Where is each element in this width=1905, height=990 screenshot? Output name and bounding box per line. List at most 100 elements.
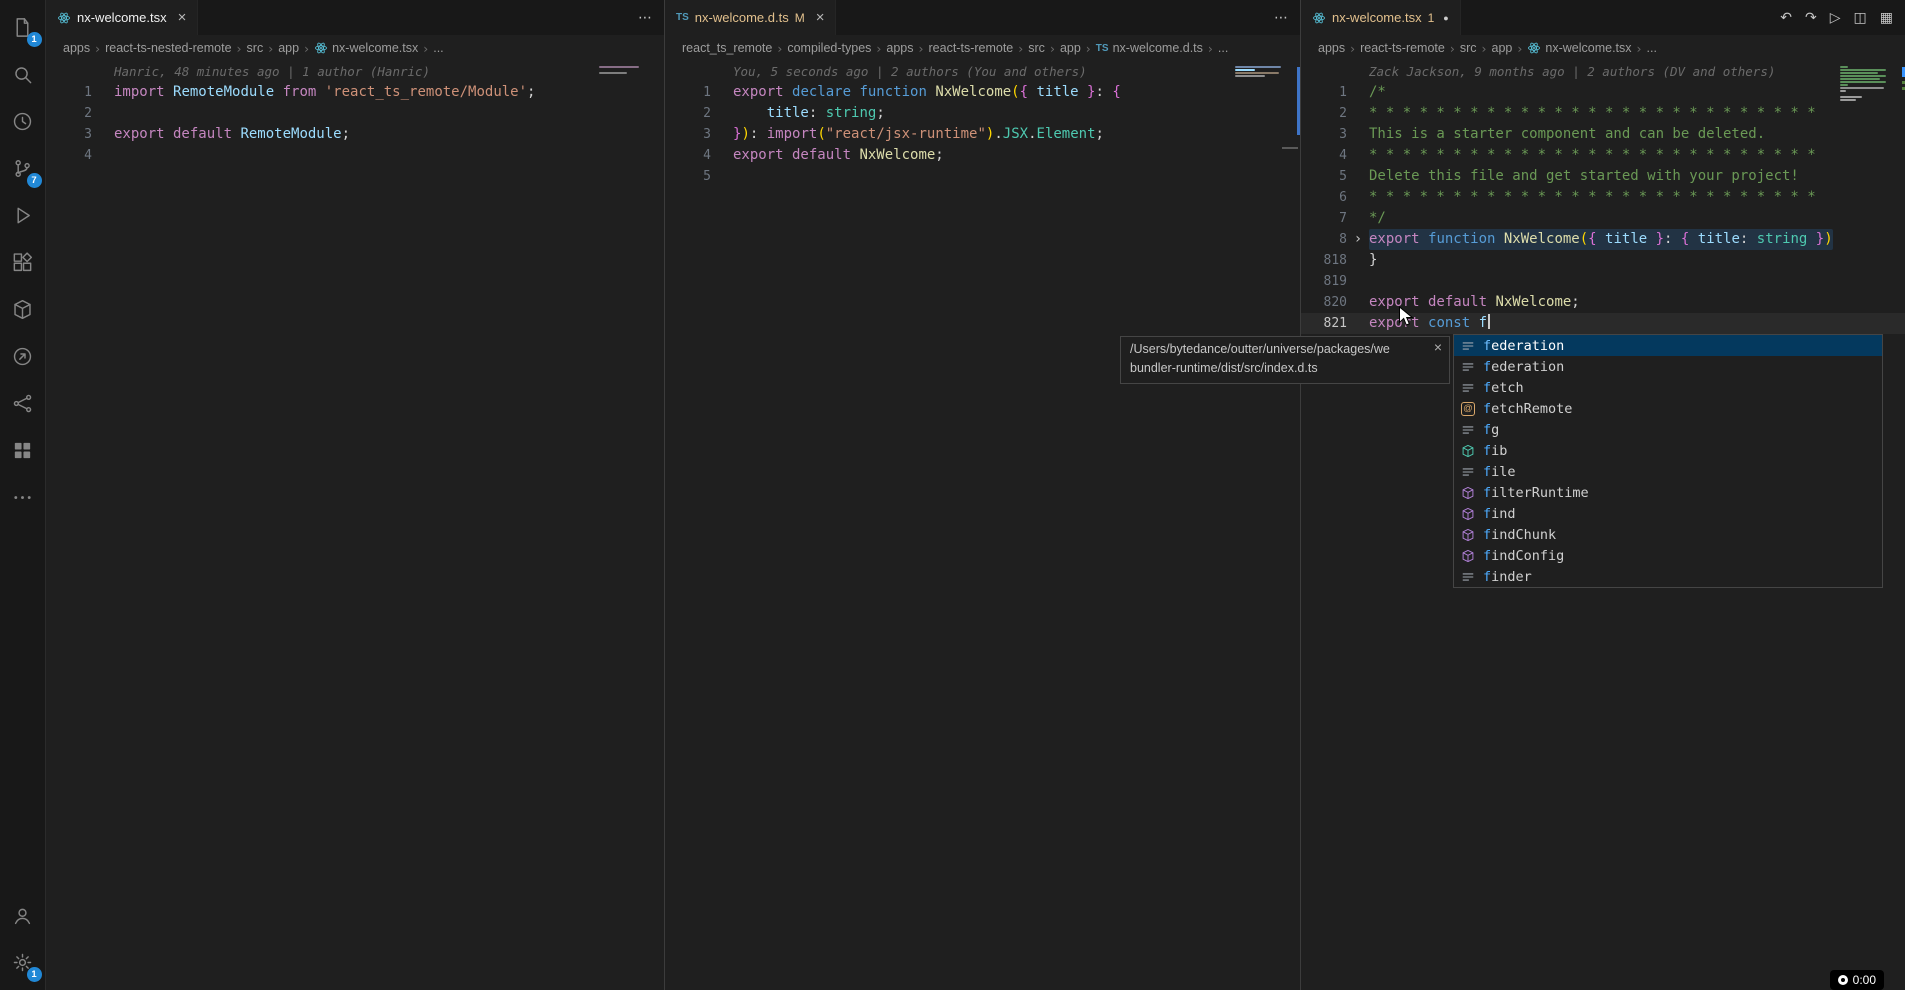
code-line-2[interactable]: 2 [46,103,664,124]
breadcrumb-item[interactable]: react-ts-remote [1360,41,1445,55]
suggestion-fib[interactable]: fib [1454,440,1882,461]
code-line-2[interactable]: 2 title: string; [665,103,1300,124]
go-forward-icon[interactable]: ↷ [1805,10,1817,26]
more-icon[interactable]: ⋯ [1274,10,1288,26]
suggestion-label: finder [1483,569,1532,585]
go-back-icon[interactable]: ↶ [1780,10,1792,26]
breadcrumb-item[interactable]: react_ts_remote [682,41,772,55]
suggestion-fg[interactable]: fg [1454,419,1882,440]
suggestion-federation[interactable]: federation [1454,335,1882,356]
code-line-3[interactable]: 3This is a starter component and can be … [1301,124,1905,145]
suggestion-findChunk[interactable]: findChunk [1454,524,1882,545]
breadcrumb-item[interactable]: apps [1318,41,1345,55]
editor[interactable]: Hanric, 48 minutes ago | 1 author (Hanri… [46,61,664,990]
chevron-right-icon: › [1050,41,1055,56]
code-line-1[interactable]: 1export declare function NxWelcome({ tit… [665,82,1300,103]
dirty-indicator-icon[interactable]: ● [1443,13,1448,23]
activity-badge: 1 [27,32,42,47]
split-editor-icon[interactable]: ◫ [1854,10,1867,26]
package-icon[interactable] [0,286,46,333]
code-line-5[interactable]: 5Delete this file and get started with y… [1301,166,1905,187]
code-line-4[interactable]: 4 [46,145,664,166]
breadcrumb-item[interactable]: nx-welcome.tsx [1527,41,1631,55]
timeline-icon[interactable] [0,98,46,145]
minimap[interactable] [1235,66,1285,77]
line-number: 4 [665,145,711,166]
suggestion-finder[interactable]: finder [1454,566,1882,587]
code-line-821[interactable]: 821export const f [1301,313,1905,334]
breadcrumb-item[interactable]: app [1060,41,1081,55]
more-icon[interactable]: ⋯ [638,10,652,26]
breadcrumb-item[interactable]: app [1492,41,1513,55]
suggestion-findConfig[interactable]: findConfig [1454,545,1882,566]
code-line-3[interactable]: 3 }): import("react/jsx-runtime").JSX.Ele… [665,124,1300,145]
tab-nx-welcome.tsx[interactable]: nx-welcome.tsx× [46,0,198,35]
suggestion-fetch[interactable]: fetch [1454,377,1882,398]
breadcrumb-item[interactable]: apps [886,41,913,55]
breadcrumb-item[interactable]: react-ts-nested-remote [105,41,231,55]
breadcrumb-item[interactable]: ... [1218,41,1228,55]
breadcrumb-item[interactable]: apps [63,41,90,55]
tab-close-icon[interactable]: × [816,10,825,25]
code-line-818[interactable]: 818} [1301,250,1905,271]
breadcrumb-item[interactable]: app [278,41,299,55]
accounts-icon[interactable] [0,892,46,939]
explorer-icon[interactable]: 1 [0,4,46,51]
code-line-819[interactable]: 819 [1301,271,1905,292]
line-number: 3 [665,124,711,145]
code-line-5[interactable]: 5 [665,166,1300,187]
line-number: 8 [1301,229,1347,250]
suggestion-filterRuntime[interactable]: filterRuntime [1454,482,1882,503]
code-line-7[interactable]: 7*/ [1301,208,1905,229]
run-debug-icon[interactable] [0,192,46,239]
suggestion-label: fib [1483,443,1507,459]
react-icon [1527,41,1541,55]
tab-nx-welcome.tsx[interactable]: nx-welcome.tsx1● [1301,0,1461,35]
breadcrumb-item[interactable]: nx-welcome.tsx [314,41,418,55]
tab-close-icon[interactable]: × [178,10,187,25]
tab-nx-welcome.d.ts[interactable]: TSnx-welcome.d.tsM× [665,0,836,35]
code-line-3[interactable]: 3export default RemoteModule; [46,124,664,145]
breadcrumb-item[interactable]: react-ts-remote [929,41,1014,55]
breadcrumb-item[interactable]: compiled-types [787,41,871,55]
code-line-4[interactable]: 4export default NxWelcome; [665,145,1300,166]
minimap[interactable] [599,66,649,74]
tab-label: nx-welcome.tsx [1332,10,1422,25]
settings-icon[interactable]: 1 [0,939,46,986]
run-icon[interactable]: ▷ [1830,10,1841,26]
code-line-8[interactable]: 8›export function NxWelcome({ title }: {… [1301,229,1905,250]
code-text: }): import("react/jsx-runtime").JSX.Elem… [733,124,1104,145]
suggestion-federation[interactable]: federation [1454,356,1882,377]
extensions-icon[interactable] [0,239,46,286]
blame-annotation: You, 5 seconds ago | 2 authors (You and … [665,61,1300,82]
layout-icon[interactable]: ▦ [1880,10,1893,26]
fold-collapsed-icon[interactable]: › [1347,229,1369,250]
breadcrumb-item[interactable]: src [1028,41,1045,55]
code-line-4[interactable]: 4* * * * * * * * * * * * * * * * * * * *… [1301,145,1905,166]
editor[interactable]: You, 5 seconds ago | 2 authors (You and … [665,61,1300,990]
suggestion-find[interactable]: find [1454,503,1882,524]
breadcrumb-item[interactable]: src [1460,41,1477,55]
code-line-1[interactable]: 1/* [1301,82,1905,103]
more-views-icon[interactable] [0,474,46,521]
minimap[interactable] [1840,66,1890,101]
grid-icon[interactable] [0,427,46,474]
breadcrumb-item[interactable]: ... [1647,41,1657,55]
code-line-820[interactable]: 820export default NxWelcome; [1301,292,1905,313]
close-icon[interactable]: × [1434,338,1442,357]
breadcrumb-item[interactable]: ... [433,41,443,55]
code-line-2[interactable]: 2* * * * * * * * * * * * * * * * * * * *… [1301,103,1905,124]
tab-label: nx-welcome.d.ts [695,10,789,25]
recording-indicator: 0:00 [1830,970,1884,990]
source-control-icon[interactable]: 7 [0,145,46,192]
chevron-right-icon: › [1482,41,1487,56]
live-share-icon[interactable] [0,333,46,380]
code-line-1[interactable]: 1import RemoteModule from 'react_ts_remo… [46,82,664,103]
breadcrumb-item[interactable]: src [247,41,264,55]
suggestion-fetchRemote[interactable]: @fetchRemote [1454,398,1882,419]
search-icon[interactable] [0,51,46,98]
code-line-6[interactable]: 6* * * * * * * * * * * * * * * * * * * *… [1301,187,1905,208]
suggestion-file[interactable]: file [1454,461,1882,482]
network-icon[interactable] [0,380,46,427]
breadcrumb-item[interactable]: TSnx-welcome.d.ts [1096,41,1203,55]
